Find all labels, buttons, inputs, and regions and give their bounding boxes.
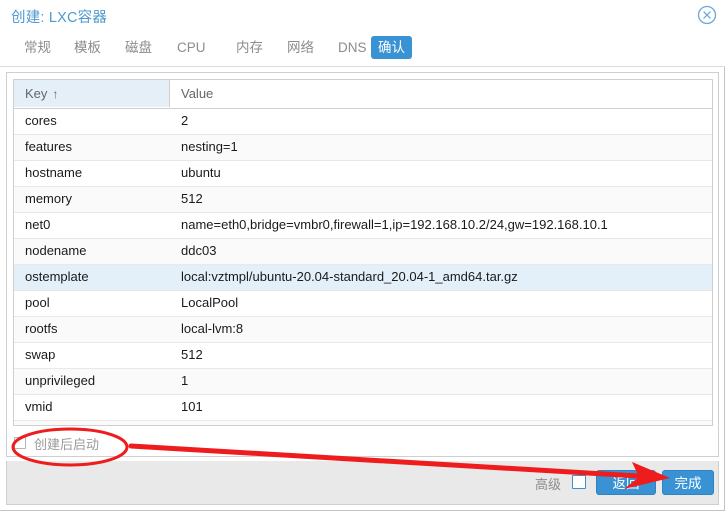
column-header-value[interactable]: Value: [170, 80, 712, 107]
row-key: ostemplate: [25, 269, 89, 284]
table-row[interactable]: rootfs local-lvm:8: [14, 317, 712, 343]
column-header-key[interactable]: Key ↑: [14, 80, 170, 107]
grid-header-row: Key ↑ Value: [14, 80, 712, 109]
dialog-title: 创建: LXC容器: [11, 10, 108, 26]
row-key: net0: [25, 217, 51, 232]
row-key: features: [25, 139, 72, 154]
tab-cpu[interactable]: CPU: [170, 36, 213, 59]
row-key: vmid: [25, 399, 53, 414]
finish-button[interactable]: 完成: [662, 470, 714, 495]
tab-memory[interactable]: 内存: [229, 36, 270, 59]
row-value: 512: [181, 191, 203, 206]
row-value: local-lvm:8: [181, 321, 244, 336]
wizard-tabbar: 常规 模板 磁盘 CPU 内存 网络 DNS 确认: [0, 30, 725, 67]
table-row[interactable]: net0 name=eth0,bridge=vmbr0,firewall=1,i…: [14, 213, 712, 239]
row-key: pool: [25, 295, 50, 310]
row-value: 512: [181, 347, 203, 362]
create-lxc-container-dialog: 创建: LXC容器 常规 模板 磁盘 CPU 内存 网络 DNS 确认 Key ↑: [0, 0, 725, 511]
close-circle-icon[interactable]: [697, 5, 717, 25]
advanced-checkbox[interactable]: [572, 475, 586, 489]
tab-network[interactable]: 网络: [280, 36, 321, 59]
table-row[interactable]: hostname ubuntu: [14, 161, 712, 187]
dialog-footer: 高级 返回 完成: [6, 461, 719, 505]
start-after-create-label: 创建后启动: [34, 436, 100, 452]
row-key: hostname: [25, 165, 83, 180]
table-row[interactable]: swap 512: [14, 343, 712, 369]
row-value: name=eth0,bridge=vmbr0,firewall=1,ip=192…: [181, 217, 608, 232]
confirm-panel: Key ↑ Value cores 2 features nesting=1 ho…: [6, 72, 719, 457]
table-row[interactable]: unprivileged 1: [14, 369, 712, 395]
grid-empty-row: [14, 421, 712, 425]
table-row[interactable]: vmid 101: [14, 395, 712, 421]
start-after-create-box[interactable]: [14, 437, 26, 449]
column-header-key-label: Key: [25, 86, 48, 101]
row-key: rootfs: [25, 321, 58, 336]
table-row-selected[interactable]: ostemplate local:vztmpl/ubuntu-20.04-sta…: [14, 265, 712, 291]
row-value: ddc03: [181, 243, 217, 258]
dialog-titlebar: 创建: LXC容器: [0, 0, 725, 30]
row-value: ubuntu: [181, 165, 221, 180]
row-key: unprivileged: [25, 373, 96, 388]
row-value: local:vztmpl/ubuntu-20.04-standard_20.04…: [181, 269, 518, 284]
tab-template[interactable]: 模板: [67, 36, 108, 59]
table-row[interactable]: pool LocalPool: [14, 291, 712, 317]
row-value: nesting=1: [181, 139, 238, 154]
sort-ascending-icon: ↑: [52, 87, 59, 101]
grid-empty-cell: [170, 421, 712, 425]
tab-general[interactable]: 常规: [17, 36, 58, 59]
start-after-create-checkbox[interactable]: 创建后启动: [14, 433, 99, 453]
tab-disks[interactable]: 磁盘: [118, 36, 159, 59]
table-row[interactable]: features nesting=1: [14, 135, 712, 161]
row-key: swap: [25, 347, 56, 362]
row-key: memory: [25, 191, 72, 206]
table-row[interactable]: memory 512: [14, 187, 712, 213]
column-header-value-label: Value: [181, 86, 214, 101]
table-row[interactable]: nodename ddc03: [14, 239, 712, 265]
advanced-label: 高级: [534, 477, 561, 492]
table-row[interactable]: cores 2: [14, 109, 712, 135]
tab-dns[interactable]: DNS: [331, 36, 374, 59]
row-value: 1: [181, 373, 189, 388]
row-key: cores: [25, 113, 57, 128]
settings-grid: Key ↑ Value cores 2 features nesting=1 ho…: [13, 79, 713, 426]
row-value: LocalPool: [181, 295, 239, 310]
row-value: 2: [181, 113, 189, 128]
back-button[interactable]: 返回: [596, 470, 656, 495]
row-key: nodename: [25, 243, 87, 258]
row-value: 101: [181, 399, 203, 414]
grid-empty-cell: [14, 421, 170, 425]
tab-confirm[interactable]: 确认: [371, 36, 412, 59]
